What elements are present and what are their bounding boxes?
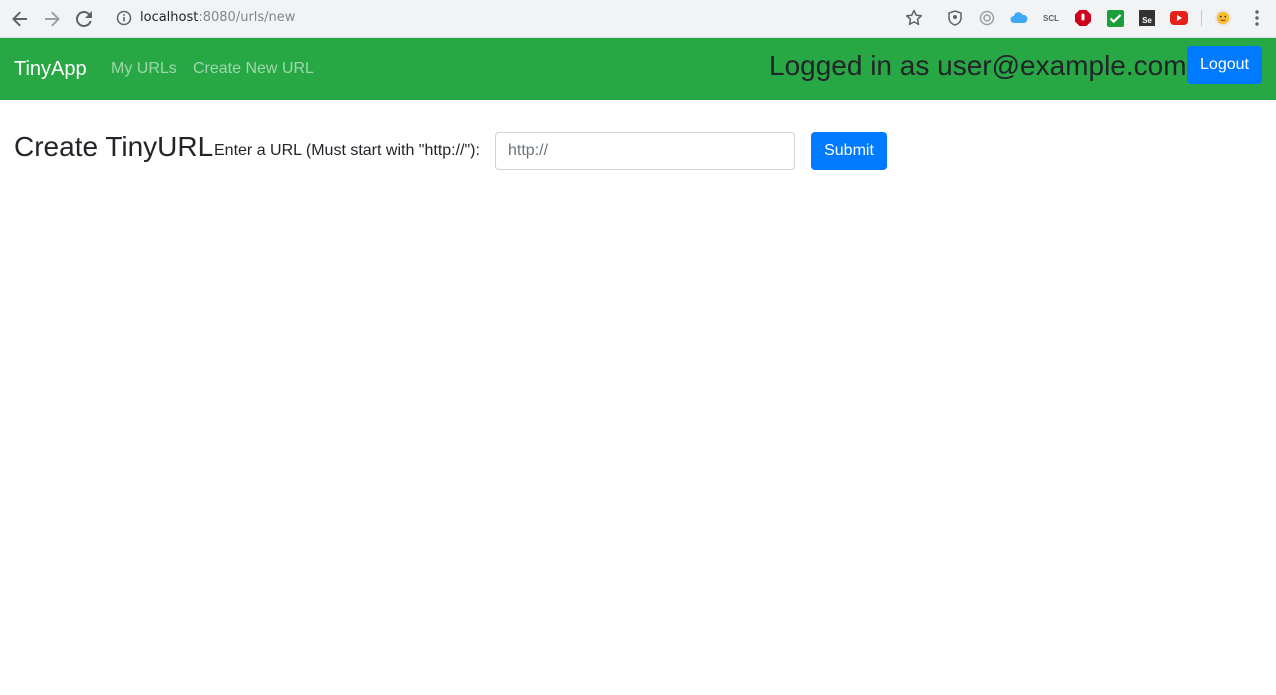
youtube-extension-icon[interactable] xyxy=(1170,9,1188,27)
nav-link-create-new-url[interactable]: Create New URL xyxy=(193,60,314,78)
stop-hand-extension-icon[interactable] xyxy=(1074,9,1092,27)
url-path: :8080/urls/new xyxy=(198,10,296,25)
logout-button[interactable]: Logout xyxy=(1187,46,1262,84)
forward-arrow-icon[interactable] xyxy=(40,7,64,31)
url-field-label: Enter a URL (Must start with "http://"): xyxy=(214,142,480,159)
url-host: localhost xyxy=(140,10,199,25)
url-input[interactable] xyxy=(495,132,795,170)
url-text: localhost:8080/urls/new xyxy=(140,10,295,25)
logged-in-text: Logged in as user@example.com xyxy=(769,50,1187,81)
toolbar-separator xyxy=(1201,10,1202,26)
bookmark-star-icon[interactable] xyxy=(905,9,923,32)
checkmark-extension-icon[interactable] xyxy=(1106,9,1124,27)
info-icon[interactable] xyxy=(116,10,132,31)
reload-icon[interactable] xyxy=(72,7,96,31)
menu-kebab-icon[interactable] xyxy=(1248,9,1266,27)
brand-link[interactable]: TinyApp xyxy=(14,58,87,81)
shield-extension-icon[interactable] xyxy=(946,9,964,27)
selenium-extension-icon[interactable]: Se xyxy=(1138,9,1156,27)
scl-extension-icon[interactable]: SCL xyxy=(1042,9,1060,27)
browser-toolbar: localhost:8080/urls/new SCL Se xyxy=(0,0,1276,38)
profile-avatar-icon[interactable] xyxy=(1214,9,1232,27)
nav-link-my-urls[interactable]: My URLs xyxy=(111,60,177,78)
app-navbar: TinyApp My URLs Create New URL Logged in… xyxy=(0,38,1276,100)
circle-extension-icon[interactable] xyxy=(978,9,996,27)
se-label: Se xyxy=(1139,10,1155,26)
cloud-extension-icon[interactable] xyxy=(1010,9,1028,27)
scl-label: SCL xyxy=(1043,13,1059,23)
page-title: Create TinyURL xyxy=(14,131,214,162)
back-arrow-icon[interactable] xyxy=(8,7,32,31)
submit-button[interactable]: Submit xyxy=(811,132,887,170)
